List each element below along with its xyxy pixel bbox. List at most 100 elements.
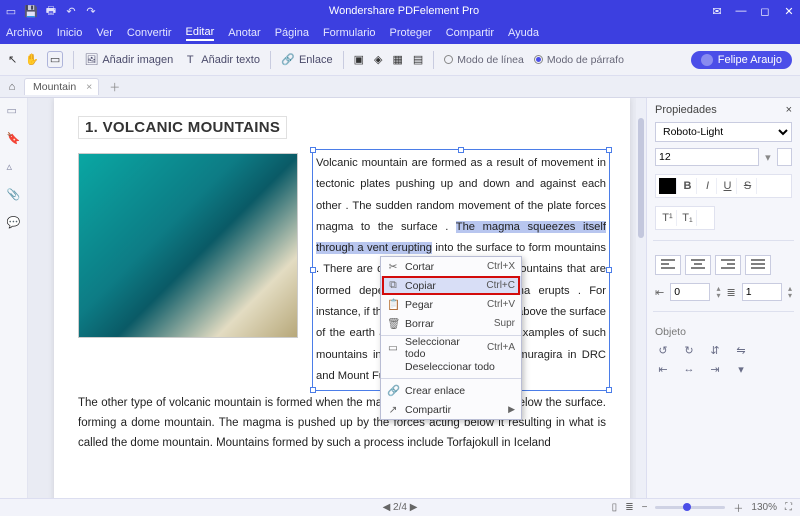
font-color-swatch[interactable] — [659, 178, 677, 194]
home-tab-icon[interactable]: ⌂ — [4, 81, 20, 93]
spacing-stepper[interactable]: ▴▾ — [788, 285, 792, 299]
indent-input[interactable] — [670, 283, 710, 301]
undo-icon[interactable]: ↶ — [64, 4, 78, 18]
ctx-copy[interactable]: ⧉CopiarCtrl+C — [381, 276, 521, 295]
mode-paragraph-radio[interactable]: Modo de párrafo — [534, 54, 624, 66]
edit-object-tool-icon[interactable]: ▭ — [47, 51, 63, 68]
search-panel-icon[interactable]: ▵ — [7, 160, 21, 174]
font-size-dropdown-icon[interactable]: ▾ — [765, 151, 771, 164]
menu-formulario[interactable]: Formulario — [323, 27, 376, 39]
mode-line-radio[interactable]: Modo de línea — [444, 54, 524, 66]
align-right-button[interactable] — [715, 255, 741, 275]
rotate-left-icon[interactable]: ↺ — [655, 344, 671, 357]
obj-align-center-icon[interactable]: ↔ — [681, 363, 697, 376]
font-size-input[interactable] — [655, 148, 759, 166]
vertical-scrollbar[interactable] — [636, 98, 646, 498]
obj-align-right-icon[interactable]: ⇥ — [707, 363, 723, 376]
document-tab[interactable]: Mountain× — [24, 78, 99, 95]
paragraph-2[interactable]: The other type of volcanic mountain is f… — [78, 393, 606, 453]
ctx-create-link[interactable]: 🔗Crear enlace — [381, 381, 521, 400]
zoom-knob[interactable] — [683, 503, 691, 511]
bold-button[interactable]: B — [679, 178, 697, 194]
zoom-in-icon[interactable]: ＋ — [733, 500, 743, 515]
page-next-icon[interactable]: ▶ — [410, 502, 418, 513]
ctx-cut[interactable]: ✂CortarCtrl+X — [381, 257, 521, 276]
menu-compartir[interactable]: Compartir — [446, 27, 494, 39]
notify-icon[interactable]: ✉ — [710, 5, 724, 18]
view-mode-single-icon[interactable]: ▯ — [612, 502, 618, 513]
hand-tool-icon[interactable]: ✋ — [25, 53, 39, 66]
ribbon: ↖ ✋ ▭ 🖼Añadir imagen TAñadir texto 🔗Enla… — [0, 44, 800, 76]
subscript-button[interactable]: T₁ — [679, 210, 697, 226]
fullscreen-icon[interactable]: ⛶ — [785, 502, 792, 513]
heading[interactable]: 1. VOLCANIC MOUNTAINS — [78, 116, 287, 139]
view-mode-continuous-icon[interactable]: ≣ — [625, 502, 633, 513]
print-icon[interactable]: 🖶 — [44, 4, 58, 18]
redo-icon[interactable]: ↷ — [84, 4, 98, 18]
underline-button[interactable]: U — [719, 178, 737, 194]
superscript-button[interactable]: T¹ — [659, 210, 677, 226]
flip-horizontal-icon[interactable]: ⇋ — [733, 344, 749, 357]
indent-stepper[interactable]: ▴▾ — [716, 285, 720, 299]
align-left-button[interactable] — [655, 255, 681, 275]
thumbnails-icon[interactable]: ▭ — [7, 104, 21, 118]
menu-ver[interactable]: Ver — [96, 27, 113, 39]
obj-align-left-icon[interactable]: ⇤ — [655, 363, 671, 376]
background-icon[interactable]: ▦ — [392, 53, 402, 66]
watermark-icon[interactable]: ◈ — [374, 53, 382, 66]
rotate-right-icon[interactable]: ↻ — [681, 344, 697, 357]
add-text-button[interactable]: TAñadir texto — [183, 53, 260, 67]
align-center-button[interactable] — [685, 255, 711, 275]
menu-anotar[interactable]: Anotar — [228, 27, 260, 39]
user-pill[interactable]: Felipe Araujo — [691, 51, 792, 69]
menu-editar[interactable]: Editar — [186, 26, 215, 41]
line-spacing-input[interactable] — [742, 283, 782, 301]
page-prev-icon[interactable]: ◀ — [383, 502, 391, 513]
ctx-paste[interactable]: 📋PegarCtrl+V — [381, 295, 521, 314]
attachments-icon[interactable]: 📎 — [7, 188, 21, 202]
save-icon[interactable]: 💾 — [24, 4, 38, 18]
add-image-button[interactable]: 🖼Añadir imagen — [84, 53, 173, 67]
header-footer-icon[interactable]: ▤ — [413, 53, 423, 66]
ctx-select-all[interactable]: ▭Seleccionar todoCtrl+A — [381, 338, 521, 357]
menu-ayuda[interactable]: Ayuda — [508, 27, 539, 39]
menu-inicio[interactable]: Inicio — [57, 27, 83, 39]
scrollbar-thumb[interactable] — [638, 118, 644, 238]
menu-convertir[interactable]: Convertir — [127, 27, 172, 39]
menu-archivo[interactable]: Archivo — [6, 27, 43, 39]
zoom-slider[interactable] — [655, 506, 725, 509]
new-tab-button[interactable]: ＋ — [103, 79, 126, 95]
comments-icon[interactable]: 💬 — [7, 216, 21, 230]
mode-line-label: Modo de línea — [457, 54, 524, 66]
close-tab-icon[interactable]: × — [86, 81, 92, 93]
font-style-dropdown[interactable] — [777, 148, 792, 166]
volcano-image[interactable] — [78, 153, 298, 338]
page-total: /4 — [399, 502, 407, 513]
open-icon[interactable]: ▭ — [4, 4, 18, 18]
italic-button[interactable]: I — [699, 178, 717, 194]
select-tool-icon[interactable]: ↖ — [8, 53, 17, 66]
bookmarks-icon[interactable]: 🔖 — [7, 132, 21, 146]
link-button[interactable]: 🔗Enlace — [281, 53, 333, 67]
crop-icon[interactable]: ▣ — [354, 53, 364, 66]
minimize-button[interactable]: ― — [734, 5, 748, 17]
obj-align-more-icon[interactable]: ▾ — [733, 363, 749, 376]
ctx-deselect-all[interactable]: Deseleccionar todo — [381, 357, 521, 376]
font-family-select[interactable]: Roboto-Light — [655, 122, 792, 142]
strike-button[interactable]: S — [739, 178, 757, 194]
image-icon: 🖼 — [84, 53, 98, 67]
page-indicator[interactable]: ◀ 2/4 ▶ — [383, 502, 418, 513]
menu-pagina[interactable]: Página — [275, 27, 309, 39]
zoom-out-icon[interactable]: − — [642, 502, 648, 513]
ctx-share[interactable]: ↗Compartir▶ — [381, 400, 521, 419]
close-panel-icon[interactable]: × — [786, 104, 792, 116]
flip-vertical-icon[interactable]: ⇵ — [707, 344, 723, 357]
align-justify-button[interactable] — [745, 255, 771, 275]
object-align-bar: ⇤ ↔ ⇥ ▾ — [655, 363, 792, 376]
ctx-delete[interactable]: 🗑BorrarSupr — [381, 314, 521, 333]
document-canvas[interactable]: 1. VOLCANIC MOUNTAINS Volcanic mountain … — [28, 98, 646, 498]
maximize-button[interactable]: ◻ — [758, 5, 772, 18]
close-button[interactable]: ✕ — [782, 5, 796, 18]
menu-proteger[interactable]: Proteger — [390, 27, 432, 39]
page: 1. VOLCANIC MOUNTAINS Volcanic mountain … — [54, 98, 630, 498]
